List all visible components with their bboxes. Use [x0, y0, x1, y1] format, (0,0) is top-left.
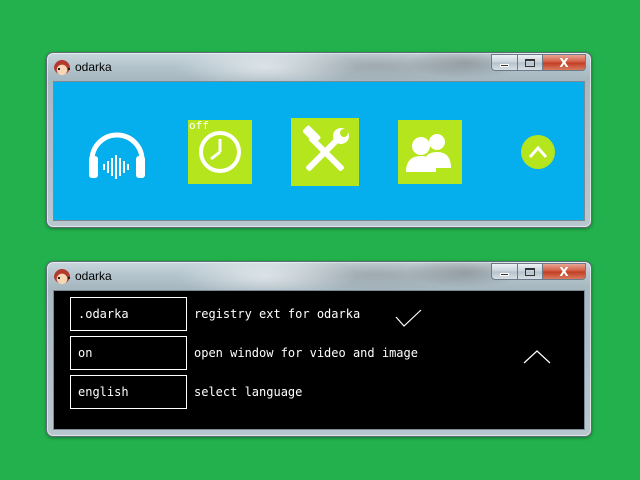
timer-status-badge: off: [189, 119, 209, 132]
hammer-wrench-icon: [302, 125, 349, 171]
chevron-up-icon[interactable]: [522, 349, 552, 365]
open-window-label: open window for video and image: [194, 346, 418, 360]
app-avatar-icon: [54, 269, 70, 285]
language-select[interactable]: english: [70, 375, 187, 409]
close-button[interactable]: X: [543, 54, 586, 71]
headphones-icon: [89, 132, 145, 179]
maximize-icon: [525, 267, 535, 276]
minimize-icon: [500, 64, 509, 67]
settings-panel: .odarka registry ext for odarka on open …: [53, 290, 585, 430]
settings-tools-button[interactable]: [291, 118, 359, 186]
window-controls: X: [491, 263, 586, 280]
window-title: odarka: [75, 60, 112, 74]
window-controls: X: [491, 54, 586, 71]
maximize-button[interactable]: [517, 54, 543, 71]
users-button[interactable]: [398, 120, 462, 184]
minimize-icon: [500, 273, 509, 276]
main-window: odarka X off: [46, 52, 592, 228]
checkmark-icon[interactable]: [394, 307, 424, 329]
title-bar[interactable]: odarka X: [47, 262, 591, 290]
language-label: select language: [194, 385, 303, 399]
tile-panel: off: [53, 81, 585, 221]
headphones-button[interactable]: [84, 120, 150, 186]
app-avatar-icon: [54, 60, 70, 76]
collapse-button[interactable]: [521, 135, 555, 169]
chevron-up-icon: [528, 145, 548, 158]
maximize-button[interactable]: [517, 263, 543, 280]
maximize-icon: [525, 58, 535, 67]
users-icon: [406, 134, 451, 172]
clock-icon: [199, 131, 241, 173]
title-bar[interactable]: odarka X: [47, 53, 591, 81]
open-window-toggle[interactable]: on: [70, 336, 187, 370]
window-title: odarka: [75, 269, 112, 283]
registry-extension-label: registry ext for odarka: [194, 307, 361, 321]
minimize-button[interactable]: [491, 54, 517, 71]
settings-window: odarka X .odarka registry ext for odarka…: [46, 261, 592, 437]
close-button[interactable]: X: [543, 263, 586, 280]
minimize-button[interactable]: [491, 263, 517, 280]
registry-extension-field[interactable]: .odarka: [70, 297, 187, 331]
